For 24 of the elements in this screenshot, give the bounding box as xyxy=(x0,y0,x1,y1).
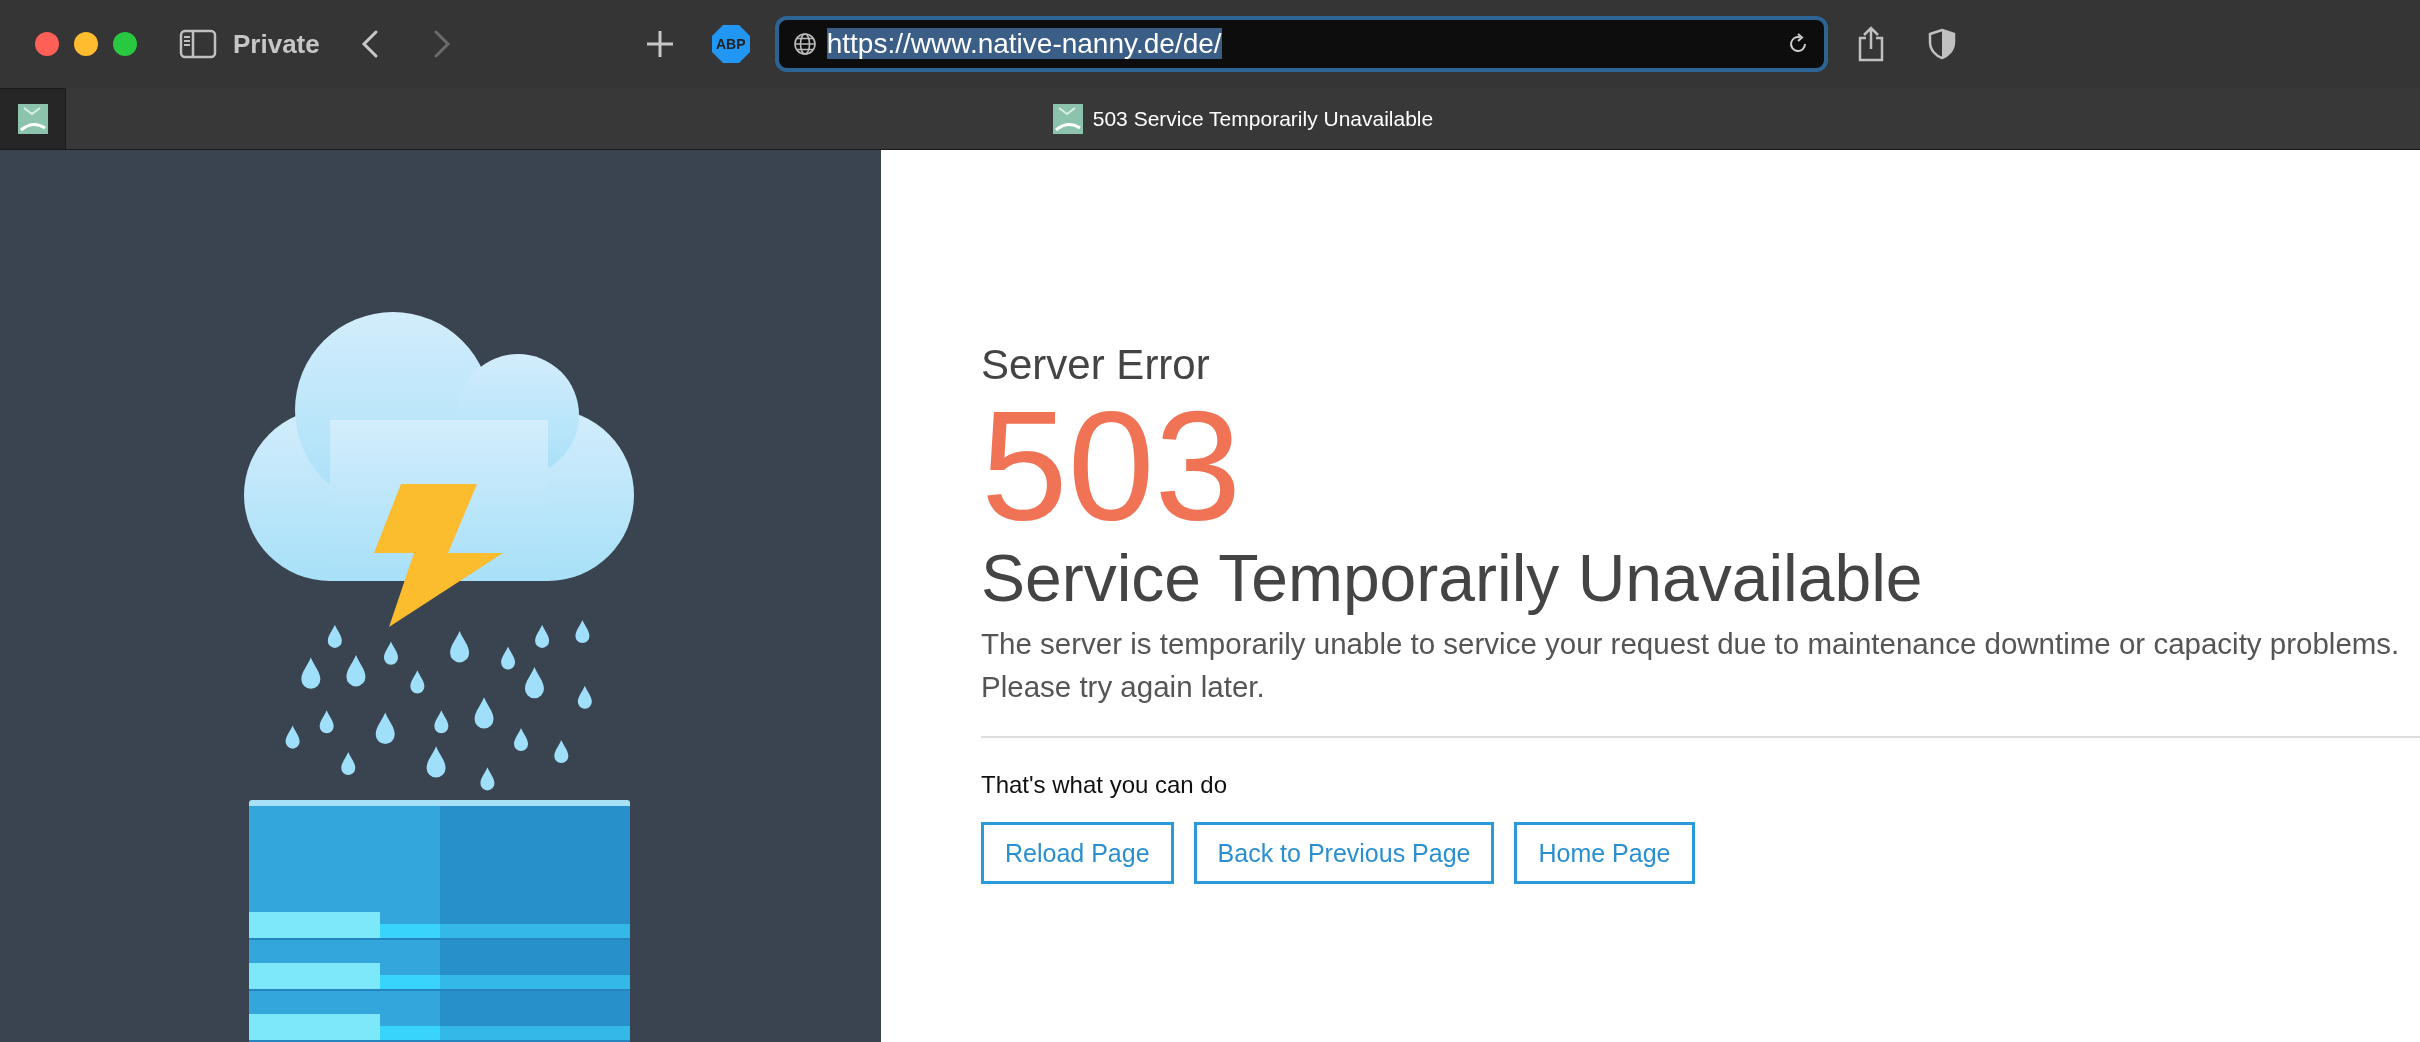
minimize-window-button[interactable] xyxy=(74,32,98,56)
error-code: 503 xyxy=(981,390,1243,540)
site-favicon-icon xyxy=(1052,103,1083,134)
url-text: https://www.native-nanny.de/de/ xyxy=(826,28,1222,59)
home-page-button[interactable]: Home Page xyxy=(1514,822,1695,884)
lightning-bolt-icon xyxy=(374,484,503,627)
new-tab-button[interactable] xyxy=(644,29,675,59)
error-title: Service Temporarily Unavailable xyxy=(981,540,1924,616)
pinned-tab[interactable] xyxy=(0,88,66,149)
sidebar-icon[interactable] xyxy=(179,29,217,59)
site-favicon-icon xyxy=(17,104,48,134)
shield-icon[interactable] xyxy=(1927,28,1956,60)
tab-group-label[interactable]: Private xyxy=(233,28,320,60)
back-button[interactable] xyxy=(359,29,380,59)
address-field[interactable]: https://www.native-nanny.de/de/ xyxy=(774,16,1828,72)
actions-heading: That's what you can do xyxy=(981,770,1229,800)
globe-icon xyxy=(792,32,817,56)
adblock-extension-button[interactable]: ABP xyxy=(710,24,751,64)
close-window-button[interactable] xyxy=(35,32,59,56)
reload-page-button[interactable]: Reload Page xyxy=(981,822,1174,884)
zoom-window-button[interactable] xyxy=(113,32,137,56)
back-button[interactable]: Back to Previous Page xyxy=(1193,822,1495,884)
error-heading: Server Error xyxy=(981,340,1211,390)
error-message: The server is temporarily unable to service your request due to maintenance downtime or capacity problems. Please try again later. xyxy=(981,626,2401,705)
